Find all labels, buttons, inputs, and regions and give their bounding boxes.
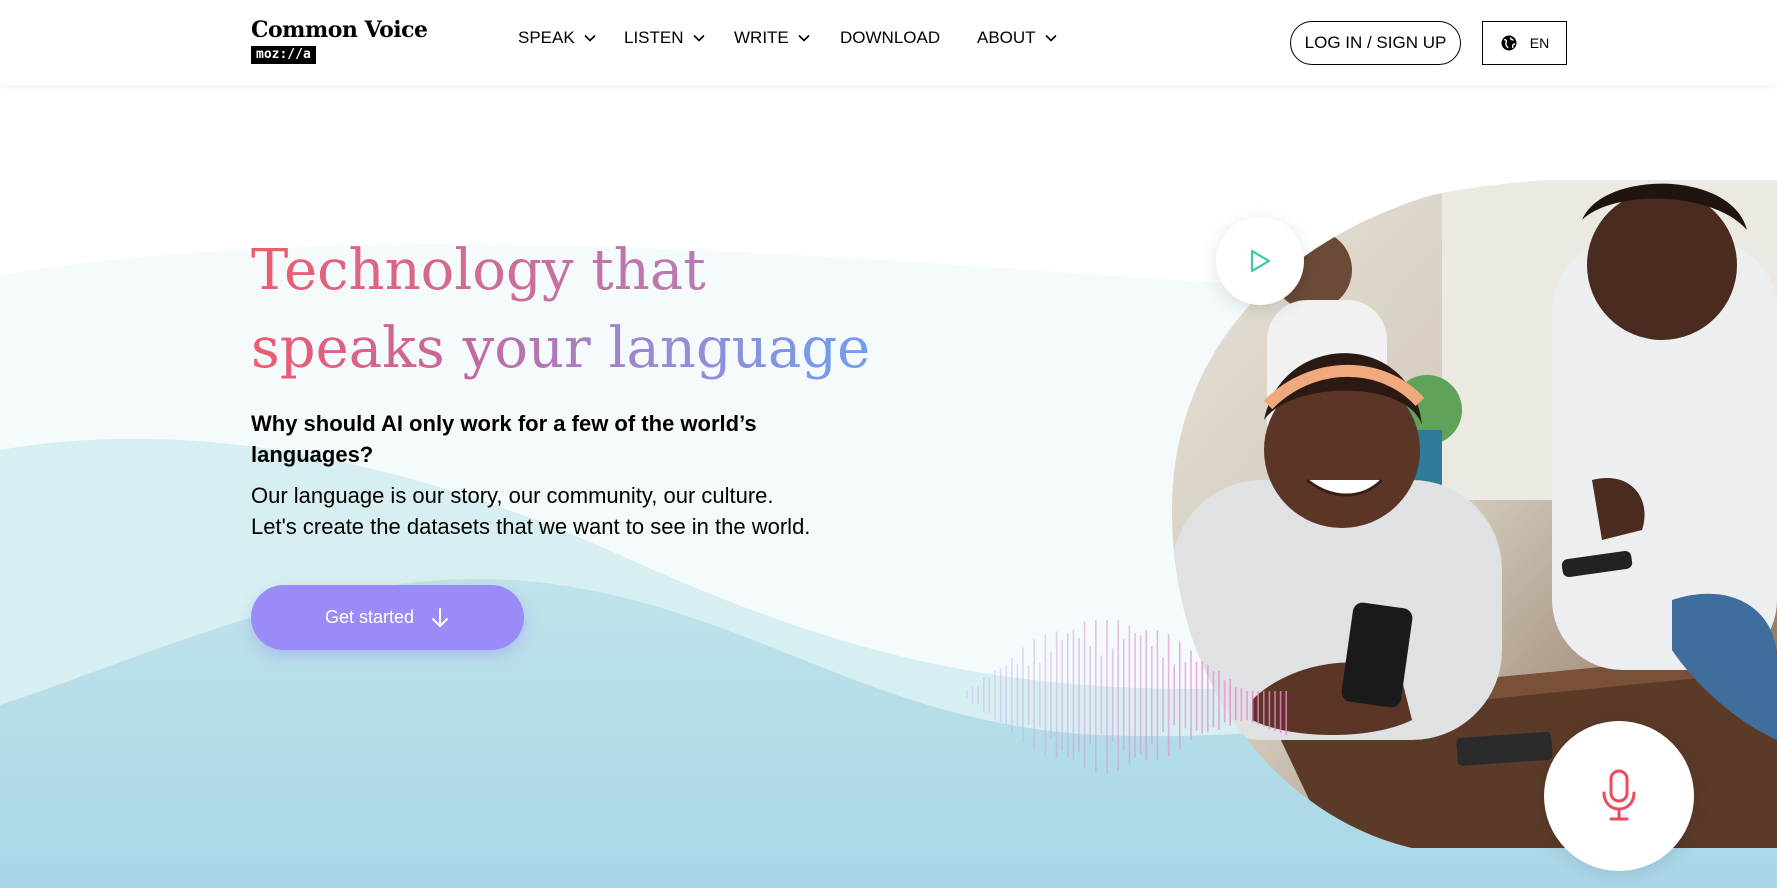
login-signup-button[interactable]: LOG IN / SIGN UP bbox=[1290, 21, 1461, 65]
logo-title: Common Voice bbox=[251, 17, 428, 43]
chevron-down-icon bbox=[798, 34, 810, 42]
nav-download[interactable]: DOWNLOAD bbox=[840, 28, 940, 48]
chevron-down-icon bbox=[584, 34, 596, 42]
chevron-down-icon bbox=[1044, 34, 1057, 42]
nav-download-label: DOWNLOAD bbox=[840, 28, 941, 47]
nav-speak[interactable]: SPEAK bbox=[518, 28, 597, 48]
mozilla-badge: moz://a bbox=[251, 46, 316, 64]
logo[interactable]: Common Voice moz://a bbox=[251, 17, 428, 64]
microphone-button[interactable] bbox=[1544, 721, 1694, 871]
hero-paragraph: Our language is our story, our community… bbox=[251, 480, 891, 542]
hero-question-line-2: languages? bbox=[251, 442, 374, 467]
play-icon bbox=[1250, 249, 1271, 273]
language-code: EN bbox=[1529, 35, 1550, 51]
chevron-down-icon bbox=[692, 34, 705, 42]
arrow-down-icon bbox=[432, 607, 449, 627]
nav-speak-label: SPEAK bbox=[518, 28, 575, 47]
nav-listen-label: LISTEN bbox=[624, 28, 684, 47]
nav-listen[interactable]: LISTEN bbox=[624, 28, 706, 48]
hero-paragraph-line-2: Let's create the datasets that we want t… bbox=[251, 514, 811, 539]
nav-about[interactable]: ABOUT bbox=[977, 28, 1058, 48]
get-started-label: Get started bbox=[324, 607, 415, 627]
get-started-button[interactable]: Get started bbox=[251, 585, 524, 650]
play-button[interactable] bbox=[1216, 217, 1304, 305]
language-selector[interactable]: EN bbox=[1482, 21, 1567, 65]
globe-icon bbox=[1501, 35, 1517, 51]
hero-title: Technology that speaks your language bbox=[251, 232, 871, 388]
hero-paragraph-line-1: Our language is our story, our community… bbox=[251, 483, 774, 508]
nav-about-label: ABOUT bbox=[977, 28, 1036, 47]
microphone-icon bbox=[1602, 769, 1636, 821]
nav-write-label: WRITE bbox=[734, 28, 789, 47]
soundwave-graphic bbox=[966, 620, 1288, 774]
hero-question: Why should AI only work for a few of the… bbox=[251, 408, 811, 470]
hero-title-line-2: speaks your language bbox=[251, 310, 871, 388]
hero-title-line-1: Technology that bbox=[251, 232, 871, 310]
hero-question-line-1: Why should AI only work for a few of the… bbox=[251, 411, 757, 436]
site-header: Common Voice moz://a SPEAK LISTEN WRITE … bbox=[0, 0, 1777, 85]
nav-write[interactable]: WRITE bbox=[734, 28, 811, 48]
